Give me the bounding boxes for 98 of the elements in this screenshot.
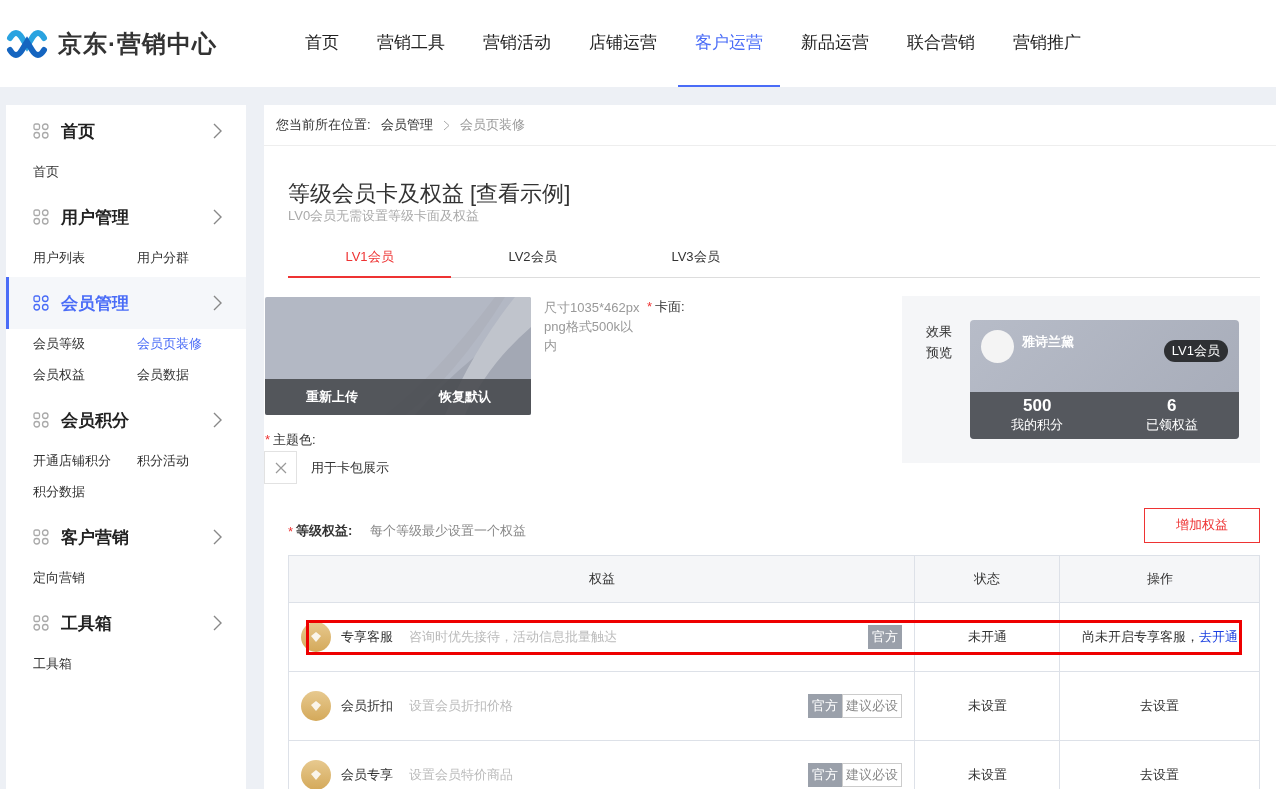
nav-tab[interactable]: 店铺运营 (572, 0, 674, 87)
level-tab[interactable]: LV3会员 (614, 239, 777, 278)
sidebar-item[interactable]: 工具箱 (33, 655, 137, 673)
sidebar-section[interactable]: 客户营销 (6, 511, 246, 563)
section-title: 会员积分 (61, 409, 130, 432)
card-label: 卡面: (655, 299, 685, 314)
breadcrumb-label: 您当前所在位置: (276, 116, 371, 134)
nav-tab[interactable]: 营销推广 (996, 0, 1098, 87)
breadcrumb-link[interactable]: 会员管理 (380, 116, 433, 134)
table-cell: 未开通 (915, 603, 1060, 671)
chevron-icon (213, 529, 222, 545)
shop-name: 雅诗兰黛 (1022, 333, 1074, 351)
required-mark: * (265, 432, 271, 447)
table-cell: 未设置 (915, 741, 1060, 789)
table-cell: 未设置 (915, 672, 1060, 740)
grid-icon (33, 295, 49, 311)
preview-label: 效果预览 (926, 323, 953, 362)
stat-label: 我的积分 (1011, 416, 1064, 434)
color-picker[interactable] (264, 451, 297, 484)
rights-description: 设置会员特价商品 (409, 766, 513, 784)
sidebar-item[interactable]: 会员等级 (33, 335, 137, 353)
grid-icon (33, 123, 49, 139)
nav-tab[interactable]: 客户运营 (678, 0, 780, 87)
page-title: 等级会员卡及权益 [查看示例] (288, 180, 572, 208)
nav-tab[interactable]: 联合营销 (890, 0, 992, 87)
sidebar-section[interactable]: 首页 (6, 105, 246, 157)
column-header: 权益 (289, 556, 915, 602)
stat-value: 6 (1167, 396, 1177, 416)
level-tab[interactable]: LV2会员 (451, 239, 614, 278)
sidebar-section[interactable]: 会员管理 (6, 277, 246, 329)
logo-text: 京东·营销中心 (58, 28, 217, 59)
rights-description: 咨询时优先接待，活动信息批量触达 (409, 628, 617, 646)
tag: 官方 (808, 694, 842, 718)
tag: 官方 (808, 763, 842, 787)
nav-tab[interactable]: 新品运营 (784, 0, 886, 87)
chevron-icon (213, 412, 222, 428)
grid-icon (33, 412, 49, 428)
stat-value: 500 (1023, 396, 1052, 416)
tag: 建议必设 (842, 694, 902, 718)
tag: 建议必设 (842, 763, 902, 787)
rights-name: 专享客服 (341, 628, 393, 646)
action-link[interactable]: 去设置 (1140, 766, 1179, 784)
sidebar-item[interactable]: 用户分群 (137, 249, 241, 267)
card-action-button[interactable]: 恢复默认 (398, 379, 531, 415)
chevron-icon (442, 119, 450, 131)
chevron-icon (213, 295, 222, 311)
avatar-icon (981, 330, 1014, 363)
rights-description: 设置会员折扣价格 (409, 697, 513, 715)
card-action-button[interactable]: 重新上传 (265, 379, 398, 415)
section-title: 会员管理 (61, 292, 130, 315)
sidebar-item[interactable]: 积分数据 (33, 483, 137, 501)
grid-icon (33, 209, 49, 225)
sidebar-item[interactable]: 会员页装修 (137, 335, 241, 353)
level-badge: LV1会员 (1163, 340, 1228, 362)
theme-color-hint: 用于卡包展示 (311, 458, 389, 477)
section-title: 客户营销 (61, 526, 130, 549)
rights-icon (301, 691, 331, 721)
stat-label: 已领权益 (1145, 416, 1198, 434)
rights-name: 会员折扣 (341, 697, 393, 715)
rights-icon (301, 622, 331, 652)
nav-tab[interactable]: 营销活动 (466, 0, 568, 87)
action-link[interactable]: 去开通 (1198, 628, 1238, 646)
chevron-icon (213, 123, 222, 139)
close-icon (274, 461, 287, 474)
action-link[interactable]: 去设置 (1140, 697, 1179, 715)
column-header: 状态 (915, 556, 1060, 602)
level-tab[interactable]: LV1会员 (288, 239, 451, 278)
chevron-icon (213, 615, 222, 631)
column-header: 操作 (1145, 570, 1174, 588)
section-title: 首页 (61, 120, 96, 143)
sidebar-item[interactable]: 会员数据 (137, 366, 241, 384)
sidebar-item[interactable]: 首页 (33, 163, 137, 181)
grid-icon (33, 615, 49, 631)
sidebar-section[interactable]: 用户管理 (6, 191, 246, 243)
add-rights-button[interactable]: 增加权益 (1144, 507, 1260, 543)
nav-tab[interactable]: 首页 (288, 0, 356, 87)
page-subtitle: LV0会员无需设置等级卡面及权益 (288, 207, 481, 225)
theme-color-label: 主题色: (273, 432, 316, 447)
action-text: 尚未开启专享客服， (1081, 628, 1199, 646)
chevron-icon (213, 209, 222, 225)
rights-hint: 每个等级最少设置一个权益 (370, 522, 527, 540)
sidebar-item[interactable]: 定向营销 (33, 569, 137, 587)
sidebar-item[interactable]: 会员权益 (33, 366, 137, 384)
nav-tab[interactable]: 营销工具 (360, 0, 462, 87)
sidebar-item[interactable]: 用户列表 (33, 249, 137, 267)
grid-icon (33, 529, 49, 545)
section-title: 工具箱 (61, 612, 113, 635)
section-title: 用户管理 (61, 206, 130, 229)
sidebar-item[interactable]: 积分活动 (137, 452, 241, 470)
sidebar-section[interactable]: 会员积分 (6, 394, 246, 446)
sidebar-section[interactable]: 工具箱 (6, 597, 246, 649)
required-mark: * (288, 523, 294, 539)
tag: 官方 (868, 625, 902, 649)
sidebar-item[interactable]: 开通店铺积分 (33, 452, 137, 470)
upload-hint: 尺寸1035*462px png格式500k以内 (544, 299, 641, 355)
rights-label: 等级权益: (296, 522, 353, 540)
required-mark: * (647, 299, 653, 314)
rights-name: 会员专享 (341, 766, 393, 784)
